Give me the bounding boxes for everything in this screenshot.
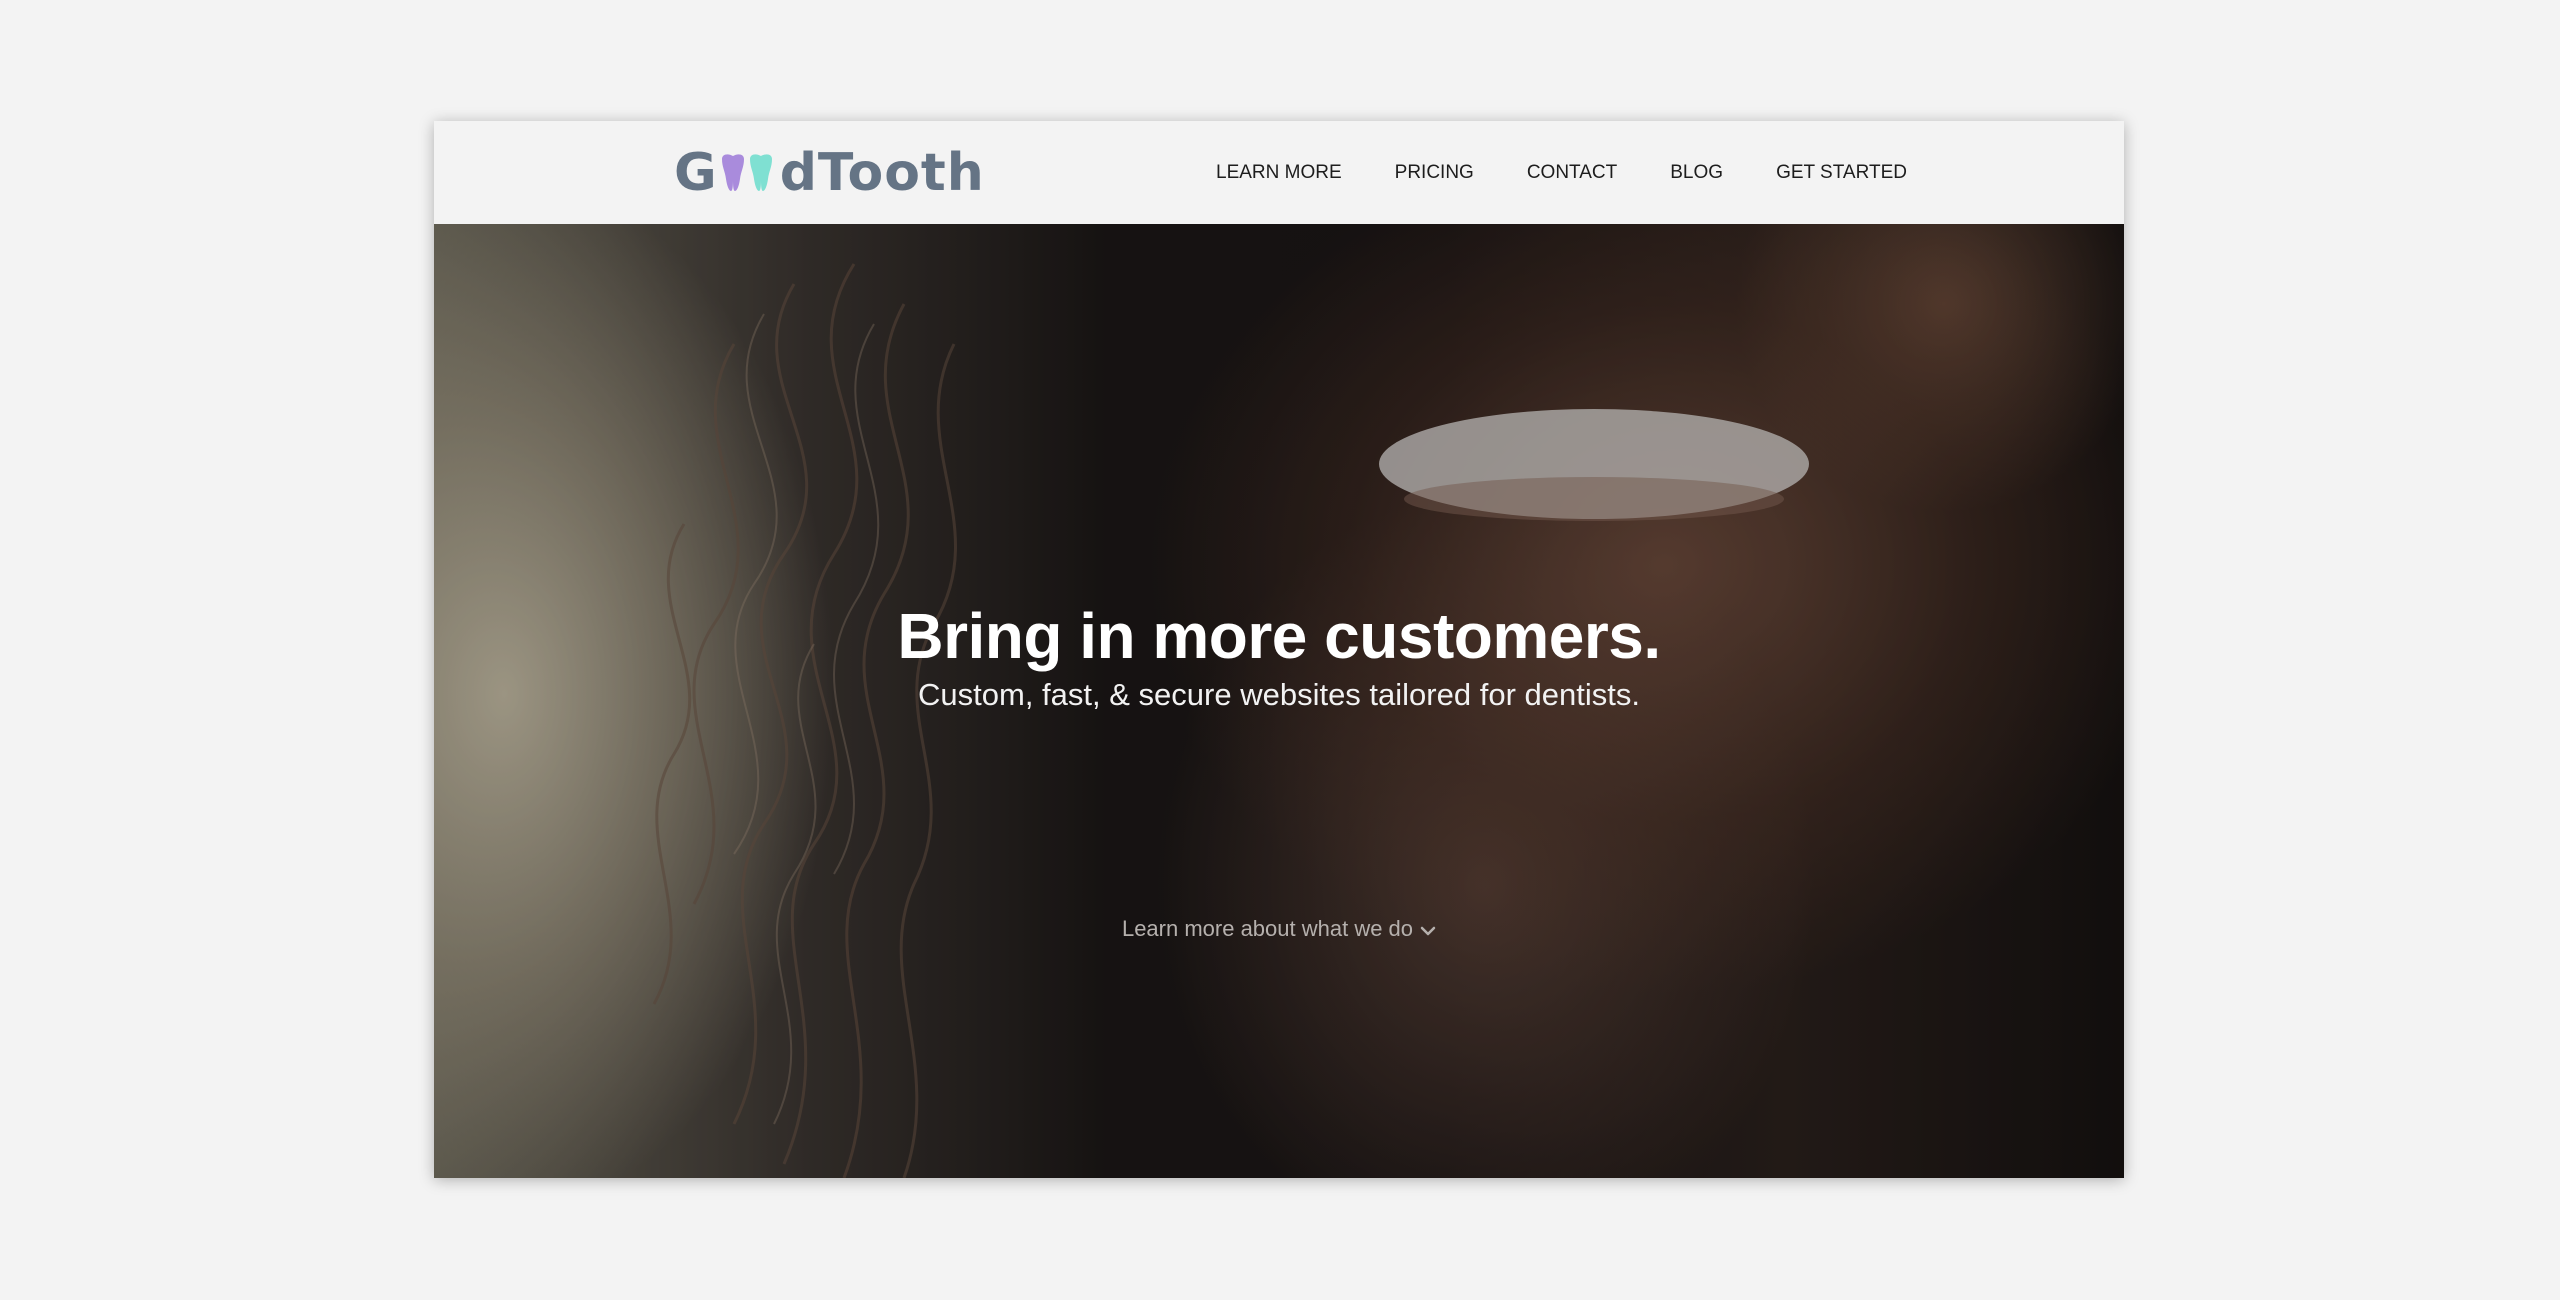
hero-section: Bring in more customers. Custom, fast, &…: [434, 224, 2124, 1178]
nav-contact[interactable]: CONTACT: [1527, 162, 1617, 184]
logo-text-suffix: dTooth: [779, 143, 985, 203]
tooth-logo-icon: [719, 153, 779, 193]
site-header: G dTooth LEARN MORE PRICING CONTACT BLOG…: [434, 121, 2124, 224]
nav-blog[interactable]: BLOG: [1670, 162, 1723, 184]
hero-subtitle: Custom, fast, & secure websites tailored…: [918, 677, 1640, 712]
hero-content: Bring in more customers. Custom, fast, &…: [434, 604, 2124, 712]
logo-text-prefix: G: [674, 143, 718, 203]
nav-pricing[interactable]: PRICING: [1395, 162, 1474, 184]
learn-more-label: Learn more about what we do: [1121, 916, 1414, 941]
main-nav: LEARN MORE PRICING CONTACT BLOG GET STAR…: [1216, 121, 1907, 224]
nav-learn-more[interactable]: LEARN MORE: [1216, 162, 1342, 184]
goodtooth-logo[interactable]: G dTooth: [674, 143, 985, 203]
chevron-down-icon: [1420, 916, 1436, 942]
learn-more-link[interactable]: Learn more about what we do: [1122, 916, 1436, 942]
hero-title: Bring in more customers.: [897, 600, 1661, 672]
website-viewport: G dTooth LEARN MORE PRICING CONTACT BLOG…: [434, 121, 2124, 1178]
nav-get-started[interactable]: GET STARTED: [1776, 162, 1907, 184]
learn-more-section: Learn more about what we do: [434, 916, 2124, 942]
